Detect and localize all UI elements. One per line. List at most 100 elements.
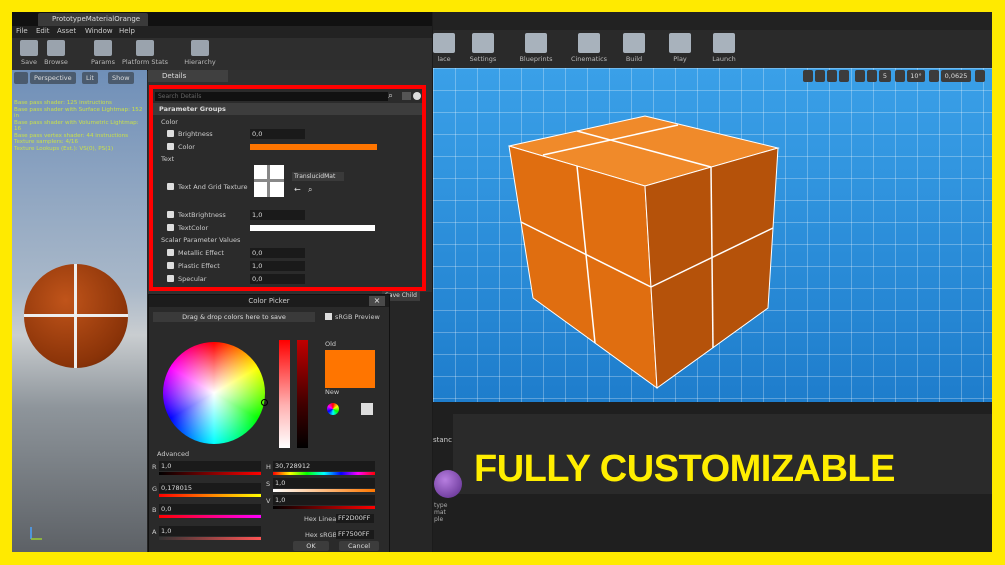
perspective-button[interactable]: Perspective: [30, 72, 76, 84]
world-icon[interactable]: [839, 70, 849, 82]
menu-edit[interactable]: Edit: [36, 27, 50, 35]
param-text-brightness: TextBrightness 1,0: [153, 209, 422, 221]
close-icon[interactable]: ×: [369, 296, 385, 306]
arrow-left-icon[interactable]: ←: [294, 185, 301, 194]
s-field[interactable]: 1,0: [273, 478, 375, 488]
v-field[interactable]: 1,0: [273, 495, 375, 505]
launch-icon: [713, 33, 735, 53]
theme-icon[interactable]: [327, 403, 339, 415]
text-brightness-field[interactable]: 1,0: [250, 210, 305, 220]
eyedropper-icon[interactable]: [361, 403, 373, 415]
params-button[interactable]: Params: [88, 40, 118, 66]
menu-bar: File Edit Asset Window Help: [12, 26, 432, 38]
checkbox[interactable]: [167, 249, 174, 256]
b-label: B: [152, 506, 157, 514]
checkbox[interactable]: [167, 262, 174, 269]
hex-linear-field[interactable]: FF2D00FF: [336, 514, 374, 523]
blueprints-button[interactable]: Blueprints: [513, 33, 559, 63]
menu-asset[interactable]: Asset: [57, 27, 76, 35]
b-field[interactable]: 0,0: [159, 504, 261, 514]
shader-stats: Base pass shader: 125 instructions Base …: [14, 100, 144, 152]
value-bar[interactable]: [297, 340, 308, 448]
menu-window[interactable]: Window: [85, 27, 113, 35]
cinematics-button[interactable]: Cinematics: [565, 33, 613, 63]
cancel-button[interactable]: Cancel: [339, 541, 379, 551]
show-button[interactable]: Show: [108, 72, 134, 84]
color-swatch[interactable]: [250, 144, 377, 150]
hex-srgb-field[interactable]: FF7500FF: [336, 530, 374, 539]
grid-snap-icon[interactable]: [867, 70, 877, 82]
scale-snap-icon[interactable]: [929, 70, 939, 82]
group-scalar[interactable]: Scalar Parameter Values: [153, 234, 422, 246]
rotation-snap-value[interactable]: 10°: [907, 70, 925, 82]
menu-help[interactable]: Help: [119, 27, 135, 35]
lower-panel-label: stanc: [433, 436, 452, 444]
tab-bar: PrototypeMaterialOrange: [12, 12, 432, 26]
group-text[interactable]: Text: [153, 153, 422, 165]
hierarchy-icon: [191, 40, 209, 56]
tab-material[interactable]: PrototypeMaterialOrange: [38, 13, 148, 26]
brightness-field[interactable]: 0,0: [250, 129, 305, 139]
level-viewport[interactable]: [433, 68, 992, 402]
group-color[interactable]: Color: [153, 116, 422, 128]
place-button[interactable]: lace: [433, 33, 455, 63]
hierarchy-button[interactable]: Hierarchy: [180, 40, 220, 66]
h-field[interactable]: 30,728912: [273, 461, 375, 471]
grid-size[interactable]: 5: [879, 70, 891, 82]
build-button[interactable]: Build: [619, 33, 649, 63]
platform-stats-icon: [136, 40, 154, 56]
rotation-snap-icon[interactable]: [895, 70, 905, 82]
text-color-swatch[interactable]: [250, 225, 375, 231]
menu-file[interactable]: File: [16, 27, 28, 35]
advanced-label[interactable]: Advanced: [157, 450, 189, 458]
parameter-groups-highlight: Search Details ⌕ Parameter Groups Color …: [149, 85, 426, 291]
r-field[interactable]: 1,0: [159, 461, 261, 471]
maximize-icon[interactable]: [975, 70, 985, 82]
viewport-menu-button[interactable]: [14, 72, 28, 84]
checkbox[interactable]: [167, 183, 174, 190]
checkbox[interactable]: [167, 224, 174, 231]
specular-field[interactable]: 0,0: [250, 274, 305, 284]
play-button[interactable]: Play: [667, 33, 693, 63]
texture-asset-dropdown[interactable]: TranslucidMat: [292, 172, 344, 181]
search-asset-icon[interactable]: ⌕: [308, 185, 312, 195]
plastic-field[interactable]: 1,0: [250, 261, 305, 271]
checkbox[interactable]: [167, 211, 174, 218]
translate-icon[interactable]: [803, 70, 813, 82]
platform-stats-button[interactable]: Platform Stats: [120, 40, 170, 66]
scale-snap-value[interactable]: 0,0625: [941, 70, 971, 82]
texture-thumbnail[interactable]: [254, 165, 284, 197]
param-color: Color: [153, 141, 422, 153]
eye-icon[interactable]: [413, 92, 421, 100]
parameter-groups-header[interactable]: Parameter Groups: [153, 103, 422, 115]
lit-button[interactable]: Lit: [82, 72, 98, 84]
surface-snap-icon[interactable]: [855, 70, 865, 82]
launch-button[interactable]: Launch: [709, 33, 739, 63]
scale-icon[interactable]: [827, 70, 837, 82]
g-field[interactable]: 0,178015: [159, 483, 261, 493]
v-label: V: [266, 497, 271, 505]
a-field[interactable]: 1,0: [159, 526, 261, 536]
search-icon: ⌕: [388, 91, 394, 101]
param-brightness: Brightness 0,0: [153, 128, 422, 140]
grid-view-icon[interactable]: [402, 92, 411, 100]
ok-button[interactable]: OK: [293, 541, 329, 551]
metallic-field[interactable]: 0,0: [250, 248, 305, 258]
checkbox[interactable]: [167, 143, 174, 150]
rotate-icon[interactable]: [815, 70, 825, 82]
color-wheel-cursor[interactable]: [261, 399, 268, 406]
checkbox[interactable]: [167, 130, 174, 137]
toolbar: Save Browse Params Platform Stats Hierar…: [12, 38, 432, 71]
color-wheel[interactable]: [163, 342, 265, 444]
srgb-checkbox[interactable]: [325, 313, 332, 320]
save-button[interactable]: Save: [16, 40, 42, 66]
details-search-input[interactable]: Search Details: [155, 92, 388, 101]
saturation-bar[interactable]: [279, 340, 290, 448]
color-picker-dialog: Color Picker × Drag & drop colors here t…: [148, 294, 390, 552]
color-swatch-bar[interactable]: Drag & drop colors here to save: [153, 312, 315, 322]
details-tab[interactable]: Details: [148, 70, 228, 82]
settings-button[interactable]: Settings: [463, 33, 503, 63]
stat-line: Texture Lookups (Est.): VS(0), PS(1): [14, 145, 114, 152]
checkbox[interactable]: [167, 275, 174, 282]
browse-button[interactable]: Browse: [42, 40, 70, 66]
